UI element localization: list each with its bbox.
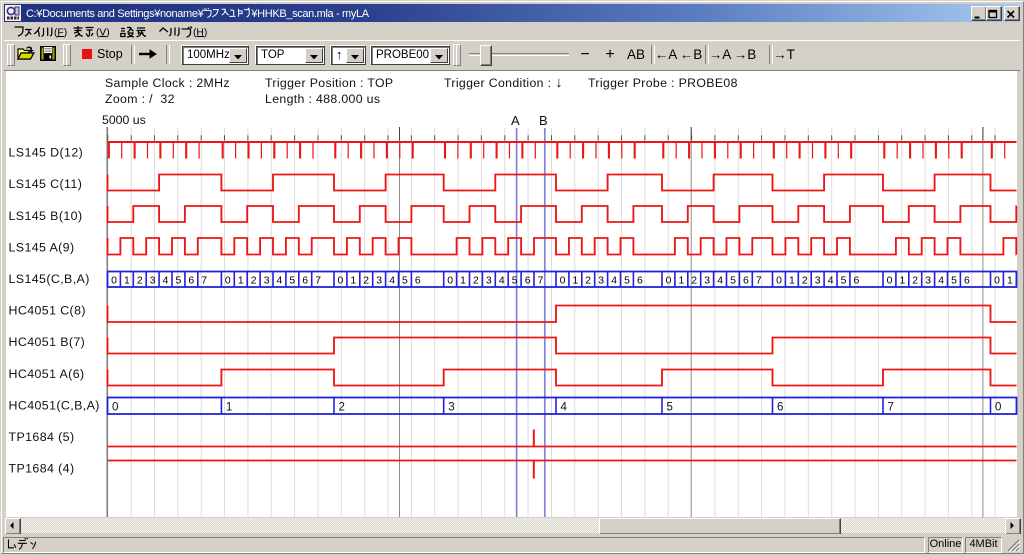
svg-text:7: 7 [201, 276, 207, 287]
svg-text:0: 0 [776, 276, 782, 287]
svg-text:A: A [511, 113, 520, 128]
svg-text:6: 6 [188, 276, 194, 287]
svg-text:0: 0 [111, 276, 117, 287]
svg-text:4: 4 [389, 276, 395, 287]
svg-text:6: 6 [964, 276, 970, 287]
svg-text:3: 3 [376, 276, 382, 287]
svg-text:4: 4 [561, 402, 568, 414]
svg-text:3: 3 [486, 276, 492, 287]
svg-text:5: 5 [289, 276, 295, 287]
svg-text:TP1684 (4): TP1684 (4) [9, 462, 75, 476]
svg-text:0: 0 [666, 276, 672, 287]
svg-text:7: 7 [315, 276, 321, 287]
svg-text:5: 5 [512, 276, 518, 287]
svg-text:LS145 A(9): LS145 A(9) [9, 240, 75, 254]
svg-text:HC4051 B(7): HC4051 B(7) [9, 335, 86, 349]
svg-text:0: 0 [447, 276, 453, 287]
svg-text:5: 5 [402, 276, 408, 287]
svg-text:4: 4 [611, 276, 617, 287]
svg-text:4: 4 [277, 276, 283, 287]
svg-text:1: 1 [1007, 276, 1013, 287]
svg-text:5: 5 [951, 276, 957, 287]
svg-text:1: 1 [238, 276, 244, 287]
svg-text:6: 6 [302, 276, 308, 287]
svg-text:5: 5 [176, 276, 182, 287]
svg-text:3: 3 [150, 276, 156, 287]
svg-text:HC4051(C,B,A): HC4051(C,B,A) [9, 398, 100, 412]
svg-text:1: 1 [226, 402, 232, 414]
svg-text:6: 6 [777, 402, 783, 414]
svg-text:1: 1 [900, 276, 906, 287]
svg-text:2: 2 [473, 276, 479, 287]
svg-text:0: 0 [995, 402, 1001, 414]
svg-text:0: 0 [994, 276, 1000, 287]
svg-text:3: 3 [925, 276, 931, 287]
svg-text:TP1684 (5): TP1684 (5) [9, 430, 75, 444]
svg-text:3: 3 [264, 276, 270, 287]
svg-text:2: 2 [137, 276, 143, 287]
svg-text:HC4051 C(8): HC4051 C(8) [9, 304, 86, 318]
svg-text:3: 3 [815, 276, 821, 287]
svg-text:LS145(C,B,A): LS145(C,B,A) [9, 272, 90, 286]
svg-text:2: 2 [339, 402, 345, 414]
svg-text:LS145 C(11): LS145 C(11) [9, 177, 83, 191]
svg-text:7: 7 [756, 276, 762, 287]
svg-text:1: 1 [460, 276, 466, 287]
svg-text:1: 1 [789, 276, 795, 287]
svg-text:5: 5 [841, 276, 847, 287]
svg-text:2: 2 [585, 276, 591, 287]
svg-text:7: 7 [538, 276, 544, 287]
svg-text:1: 1 [350, 276, 356, 287]
svg-text:6: 6 [637, 276, 643, 287]
svg-text:2: 2 [691, 276, 697, 287]
svg-text:1: 1 [679, 276, 685, 287]
svg-text:LS145 D(12): LS145 D(12) [9, 146, 84, 160]
svg-text:1: 1 [124, 276, 130, 287]
svg-text:6: 6 [743, 276, 749, 287]
svg-text:4: 4 [163, 276, 169, 287]
svg-text:0: 0 [112, 402, 118, 414]
svg-text:4: 4 [717, 276, 723, 287]
svg-text:2: 2 [802, 276, 808, 287]
svg-text:4: 4 [828, 276, 834, 287]
svg-text:5: 5 [624, 276, 630, 287]
svg-text:4: 4 [938, 276, 944, 287]
svg-text:0: 0 [560, 276, 566, 287]
svg-text:4: 4 [499, 276, 505, 287]
svg-text:5: 5 [730, 276, 736, 287]
svg-text:6: 6 [525, 276, 531, 287]
svg-text:3: 3 [704, 276, 710, 287]
svg-text:1: 1 [573, 276, 579, 287]
svg-text:HC4051 A(6): HC4051 A(6) [9, 367, 85, 381]
svg-text:0: 0 [338, 276, 344, 287]
svg-text:2: 2 [912, 276, 918, 287]
svg-text:6: 6 [854, 276, 860, 287]
svg-text:3: 3 [598, 276, 604, 287]
svg-text:3: 3 [448, 402, 454, 414]
svg-text:0: 0 [225, 276, 231, 287]
svg-text:2: 2 [363, 276, 369, 287]
svg-text:7: 7 [888, 402, 894, 414]
svg-text:5: 5 [667, 402, 673, 414]
svg-text:0: 0 [887, 276, 893, 287]
svg-text:B: B [539, 113, 548, 128]
svg-text:2: 2 [251, 276, 257, 287]
svg-text:6: 6 [415, 276, 421, 287]
svg-text:LS145 B(10): LS145 B(10) [9, 209, 83, 223]
